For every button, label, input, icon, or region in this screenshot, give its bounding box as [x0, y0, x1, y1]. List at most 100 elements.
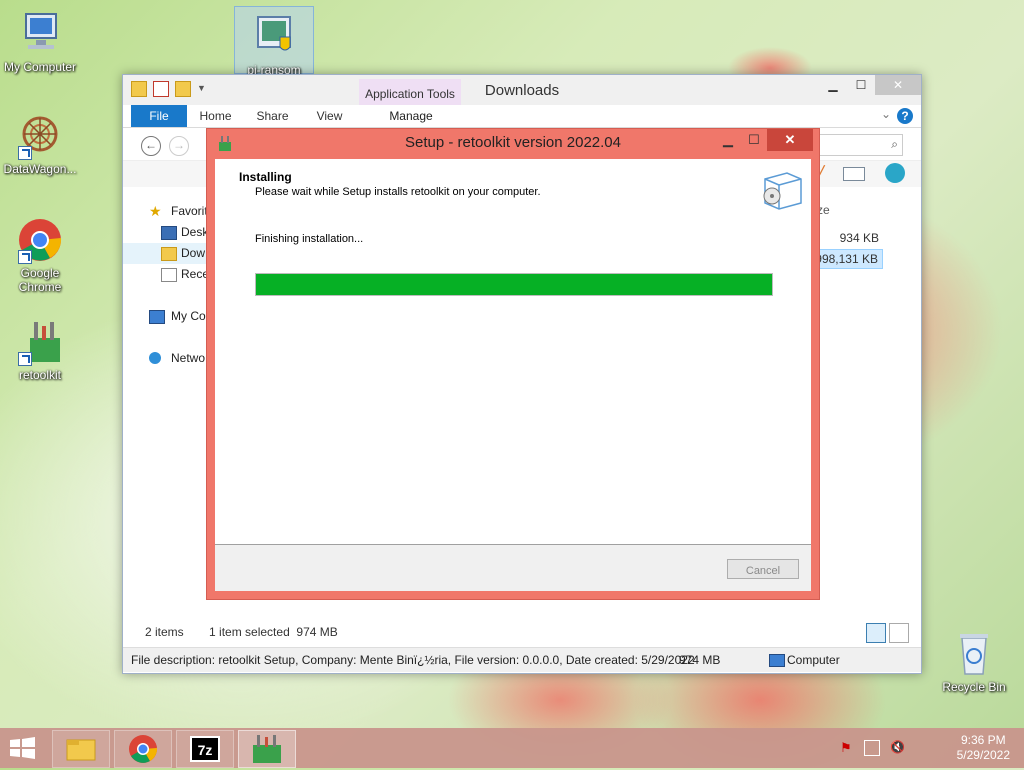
- page-heading: Installing: [239, 170, 292, 184]
- nav-item-label: Desk: [181, 225, 209, 239]
- help-icon[interactable]: ?: [897, 108, 913, 124]
- action-center-flag-icon[interactable]: ⚑: [840, 740, 854, 755]
- selection-info: 1 item selected 974 MB: [209, 625, 338, 639]
- desktop-icon-retoolkit[interactable]: retoolkit: [0, 318, 80, 382]
- cancel-button[interactable]: Cancel: [727, 559, 799, 579]
- taskbar: 7z ⚑ 🔇 9:36 PM 5/29/2022: [0, 728, 1024, 768]
- minimize-button[interactable]: ▁: [715, 129, 741, 151]
- nav-item-network[interactable]: Netwo: [123, 348, 215, 369]
- volume-muted-icon[interactable]: 🔇: [890, 740, 905, 754]
- nav-item-label: Netwo: [171, 351, 206, 365]
- nav-item-my-computer[interactable]: My Co: [123, 306, 215, 327]
- desktop-icon-pi-ransom[interactable]: pi-ransom: [234, 6, 314, 77]
- nav-item-label: Dow: [181, 246, 206, 260]
- ribbon-tabs: File Home Share View Manage ⌄ ?: [123, 105, 921, 128]
- install-status: Finishing installation...: [255, 233, 364, 245]
- tab-home[interactable]: Home: [187, 105, 244, 127]
- nav-item-downloads[interactable]: Dow: [123, 243, 215, 264]
- shortcut-arrow-icon: [18, 352, 32, 366]
- tab-share[interactable]: Share: [244, 105, 301, 127]
- window-controls: ▁ ☐ ✕: [819, 75, 921, 95]
- install-progress-bar: [255, 273, 773, 296]
- retoolkit-icon: [253, 735, 281, 763]
- nav-item-label: My Co: [171, 309, 206, 323]
- view-toggle: [866, 623, 909, 643]
- dialog-body: Installing Please wait while Setup insta…: [215, 159, 811, 591]
- mail-icon[interactable]: [843, 167, 865, 181]
- 7zip-icon: 7z: [190, 736, 220, 762]
- computer-icon: [16, 10, 64, 58]
- computer-icon: [149, 310, 165, 324]
- shortcut-arrow-icon: [18, 250, 32, 264]
- windows-logo-icon: [10, 737, 35, 759]
- desktop-icon-google-chrome[interactable]: Google Chrome: [0, 216, 80, 294]
- shell-icon[interactable]: [885, 163, 905, 183]
- setup-box-icon: [757, 163, 805, 211]
- close-button[interactable]: ✕: [875, 75, 921, 95]
- chrome-icon: [129, 735, 158, 763]
- desktop-icon-label: DataWagon...: [3, 162, 77, 176]
- nav-item-desktop[interactable]: Desk: [123, 222, 215, 243]
- expand-ribbon-icon[interactable]: ⌄: [881, 107, 891, 121]
- installer-shield-icon: [250, 13, 298, 61]
- desktop-icon-my-computer[interactable]: My Computer: [0, 10, 80, 74]
- tab-view[interactable]: View: [301, 105, 358, 127]
- tab-manage[interactable]: Manage: [361, 105, 461, 127]
- tab-file[interactable]: File: [131, 105, 187, 127]
- navigation-pane: ★ Favorit Desk Dow Rece My Co Netwo: [123, 201, 215, 369]
- page-subheading: Please wait while Setup installs retoolk…: [255, 186, 541, 198]
- file-size-cell: 934 KB: [839, 231, 879, 245]
- status-bar: 2 items 1 item selected 974 MB: [123, 621, 921, 643]
- desktop-icon-label: Recycle Bin: [942, 680, 1006, 694]
- search-icon: ⌕: [891, 137, 898, 151]
- dialog-content: Installing Please wait while Setup insta…: [215, 159, 811, 545]
- forward-button[interactable]: →: [169, 136, 189, 156]
- taskbar-chrome[interactable]: [114, 730, 172, 768]
- taskbar-explorer[interactable]: [52, 730, 110, 768]
- start-button[interactable]: [8, 736, 38, 760]
- details-bar: File description: retoolkit Setup, Compa…: [123, 647, 921, 672]
- shortcut-arrow-icon: [18, 146, 32, 160]
- nav-item-recent[interactable]: Rece: [123, 264, 215, 285]
- details-view-icon[interactable]: [866, 623, 886, 643]
- close-button[interactable]: ✕: [767, 129, 813, 151]
- network-icon[interactable]: [864, 740, 880, 756]
- desktop-icon-recycle-bin[interactable]: Recycle Bin: [934, 630, 1014, 694]
- file-description: File description: retoolkit Setup, Compa…: [131, 653, 695, 667]
- location: Computer: [787, 653, 840, 667]
- recycle-bin-icon: [950, 630, 998, 678]
- retoolkit-icon: [16, 318, 64, 366]
- dialog-window-controls: ▁ ☐ ✕: [715, 129, 813, 151]
- clock-time: 9:36 PM: [960, 733, 1006, 747]
- clock[interactable]: 9:36 PM 5/29/2022: [957, 733, 1010, 763]
- nav-item-label: Favorit: [171, 204, 208, 218]
- desktop-icon: [161, 226, 177, 240]
- desktop-icon-label: Google Chrome: [18, 266, 62, 294]
- taskbar-retoolkit-setup[interactable]: [238, 730, 296, 768]
- file-size-cell-selected[interactable]: 998,131 KB: [810, 249, 883, 269]
- computer-icon: [769, 654, 785, 667]
- system-tray: ⚑ 🔇: [840, 740, 905, 756]
- nav-item-label: Rece: [181, 267, 210, 281]
- setup-dialog[interactable]: Setup - retoolkit version 2022.04 ▁ ☐ ✕ …: [206, 128, 820, 600]
- file-explorer-icon: [66, 739, 96, 761]
- star-icon: ★: [149, 203, 162, 219]
- clock-date: 5/29/2022: [956, 748, 1010, 762]
- desktop-icon-label: retoolkit: [18, 368, 62, 382]
- explorer-titlebar[interactable]: ▼ Application Tools Downloads ▁ ☐ ✕: [123, 75, 921, 125]
- maximize-button[interactable]: ☐: [847, 75, 875, 95]
- item-count: 2 items: [145, 625, 184, 639]
- minimize-button[interactable]: ▁: [819, 75, 847, 95]
- downloads-folder-icon: [161, 247, 177, 261]
- svg-text:7z: 7z: [198, 742, 213, 758]
- desktop-icon-datawagon[interactable]: DataWagon...: [0, 112, 80, 176]
- search-input[interactable]: ⌕: [813, 134, 903, 156]
- maximize-button[interactable]: ☐: [741, 129, 767, 151]
- chrome-icon: [16, 216, 64, 264]
- nav-item-favorites[interactable]: ★ Favorit: [123, 201, 215, 222]
- large-icons-view-icon[interactable]: [889, 623, 909, 643]
- back-button[interactable]: ←: [141, 136, 161, 156]
- taskbar-7zip[interactable]: 7z: [176, 730, 234, 768]
- file-size: 974 MB: [679, 653, 721, 667]
- datawagon-icon: [16, 112, 64, 160]
